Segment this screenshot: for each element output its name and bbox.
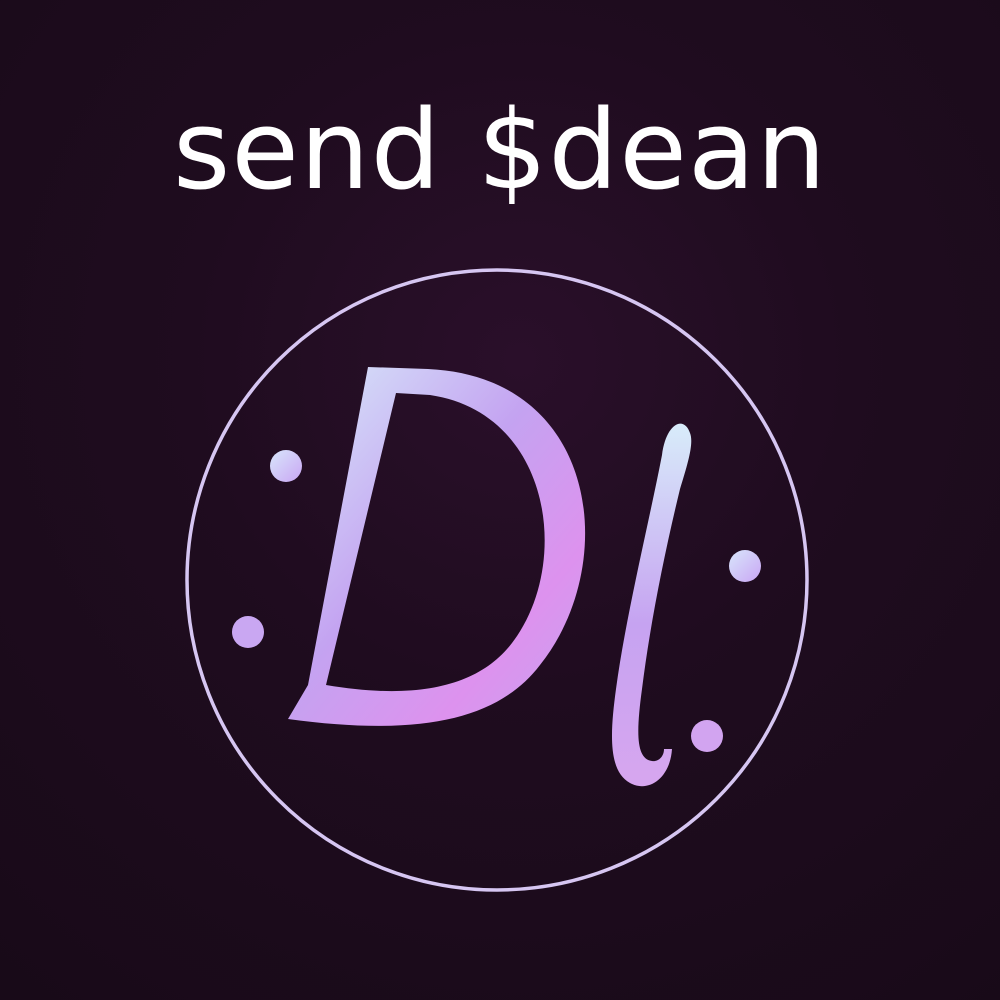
- dot-bottom-left: [232, 616, 264, 648]
- letter-d-shape: [288, 367, 586, 726]
- dot-top-left: [270, 450, 302, 482]
- ring-outline: [185, 268, 809, 892]
- dl-monogram-logo: [185, 268, 809, 892]
- headline-text: send $dean: [172, 86, 828, 214]
- dot-bottom-right: [691, 720, 723, 752]
- dot-right: [729, 550, 761, 582]
- letter-l-shape: [611, 423, 692, 787]
